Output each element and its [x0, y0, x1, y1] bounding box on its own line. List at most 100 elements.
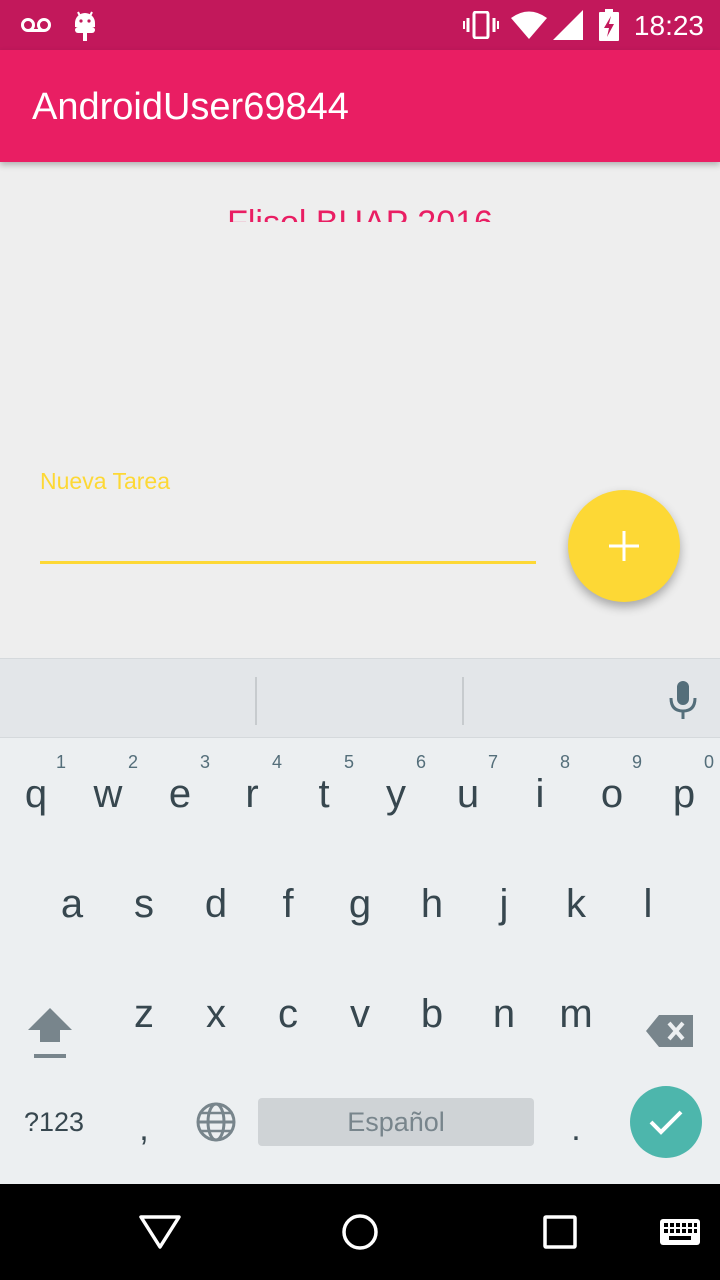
- keyboard-switch-icon: [660, 1219, 700, 1245]
- key-number-hint: 7: [487, 752, 498, 772]
- key-letter: g: [348, 882, 372, 926]
- recents-button[interactable]: [510, 1184, 610, 1280]
- key-letter: f: [282, 882, 294, 926]
- key-b[interactable]: b: [396, 958, 468, 1068]
- vibrate-icon: [462, 0, 500, 50]
- key-letter: i: [535, 772, 545, 816]
- navigation-bar: [0, 1184, 720, 1280]
- comma-key[interactable]: ,: [112, 1086, 176, 1172]
- enter-key[interactable]: [630, 1086, 702, 1158]
- back-icon: [139, 1215, 181, 1249]
- key-e[interactable]: e3: [144, 738, 216, 848]
- key-u[interactable]: u7: [432, 738, 504, 848]
- suggestion-divider: [255, 677, 257, 725]
- keyboard-switch-button[interactable]: [630, 1184, 720, 1280]
- key-letter: p: [672, 772, 696, 816]
- key-letter: x: [206, 992, 226, 1036]
- key-l[interactable]: l: [612, 848, 684, 958]
- key-number-hint: 8: [559, 752, 570, 772]
- key-w[interactable]: w2: [72, 738, 144, 848]
- key-x[interactable]: x: [180, 958, 252, 1068]
- key-p[interactable]: p0: [648, 738, 720, 848]
- key-letter: m: [559, 992, 593, 1036]
- key-letter: k: [566, 882, 586, 926]
- key-number-hint: 3: [199, 752, 210, 772]
- key-y[interactable]: y6: [360, 738, 432, 848]
- key-letter: d: [204, 882, 228, 926]
- key-letter: b: [420, 992, 444, 1036]
- key-letter: w: [93, 772, 123, 816]
- task-input-label: Nueva Tarea: [40, 468, 170, 494]
- key-g[interactable]: g: [324, 848, 396, 958]
- key-a[interactable]: a: [36, 848, 108, 958]
- cell-signal-icon: [552, 0, 584, 50]
- back-button[interactable]: [110, 1184, 210, 1280]
- status-bar: 18:23: [0, 0, 720, 50]
- key-s[interactable]: s: [108, 848, 180, 958]
- plus-icon: [609, 531, 639, 561]
- add-task-button[interactable]: [568, 490, 680, 602]
- main-content: Flisol BUAP 2016 Nueva Tarea: [0, 162, 720, 658]
- key-i[interactable]: i8: [504, 738, 576, 848]
- key-m[interactable]: m: [540, 958, 612, 1068]
- key-o[interactable]: o9: [576, 738, 648, 848]
- key-letter: v: [350, 992, 370, 1036]
- key-f[interactable]: f: [252, 848, 324, 958]
- key-letter: r: [245, 772, 259, 816]
- android-debug-icon: [70, 0, 100, 50]
- key-letter: q: [24, 772, 48, 816]
- space-bar[interactable]: Español: [258, 1098, 534, 1146]
- key-letter: j: [499, 882, 509, 926]
- battery-charging-icon: [596, 0, 622, 50]
- key-letter: c: [278, 992, 298, 1036]
- key-letter: e: [168, 772, 192, 816]
- key-d[interactable]: d: [180, 848, 252, 958]
- key-letter: l: [643, 882, 653, 926]
- app-bar: AndroidUser69844: [0, 50, 720, 162]
- key-letter: u: [456, 772, 480, 816]
- soft-keyboard: q1w2e3r4t5y6u7i8o9p0 asdfghjkl zxcvbnm ?…: [0, 658, 720, 1184]
- key-q[interactable]: q1: [0, 738, 72, 848]
- key-z[interactable]: z: [108, 958, 180, 1068]
- home-icon: [342, 1214, 378, 1250]
- globe-icon: [196, 1102, 236, 1142]
- key-number-hint: 4: [271, 752, 282, 772]
- key-c[interactable]: c: [252, 958, 324, 1068]
- key-number-hint: 6: [415, 752, 426, 772]
- app-title: AndroidUser69844: [32, 86, 349, 128]
- key-r[interactable]: r4: [216, 738, 288, 848]
- key-letter: z: [134, 992, 154, 1036]
- key-letter: h: [420, 882, 444, 926]
- key-n[interactable]: n: [468, 958, 540, 1068]
- key-number-hint: 9: [631, 752, 642, 772]
- event-title-container: Flisol BUAP 2016: [0, 200, 720, 222]
- suggestion-strip: [0, 658, 720, 738]
- key-letter: t: [318, 772, 330, 816]
- key-number-hint: 2: [127, 752, 138, 772]
- period-key[interactable]: .: [548, 1086, 604, 1172]
- app-screen: 18:23 AndroidUser69844 Flisol BUAP 2016 …: [0, 0, 720, 1280]
- key-h[interactable]: h: [396, 848, 468, 958]
- shift-icon: [28, 1008, 72, 1058]
- home-button[interactable]: [310, 1184, 410, 1280]
- microphone-icon[interactable]: [660, 677, 706, 723]
- symbols-key[interactable]: ?123: [10, 1086, 98, 1158]
- key-k[interactable]: k: [540, 848, 612, 958]
- suggestion-divider: [462, 677, 464, 725]
- status-time: 18:23: [633, 10, 704, 41]
- key-t[interactable]: t5: [288, 738, 360, 848]
- key-v[interactable]: v: [324, 958, 396, 1068]
- shift-key[interactable]: [0, 976, 100, 1086]
- key-letter: n: [492, 992, 516, 1036]
- backspace-key[interactable]: [620, 976, 720, 1086]
- globe-key[interactable]: [190, 1098, 242, 1146]
- checkmark-icon: [649, 1110, 683, 1135]
- key-j[interactable]: j: [468, 848, 540, 958]
- key-letter: o: [600, 772, 624, 816]
- key-number-hint: 5: [343, 752, 354, 772]
- key-letter: a: [60, 882, 84, 926]
- task-input[interactable]: [40, 498, 536, 564]
- recents-icon: [543, 1215, 577, 1249]
- wifi-icon: [510, 0, 548, 50]
- voicemail-icon: [18, 0, 54, 50]
